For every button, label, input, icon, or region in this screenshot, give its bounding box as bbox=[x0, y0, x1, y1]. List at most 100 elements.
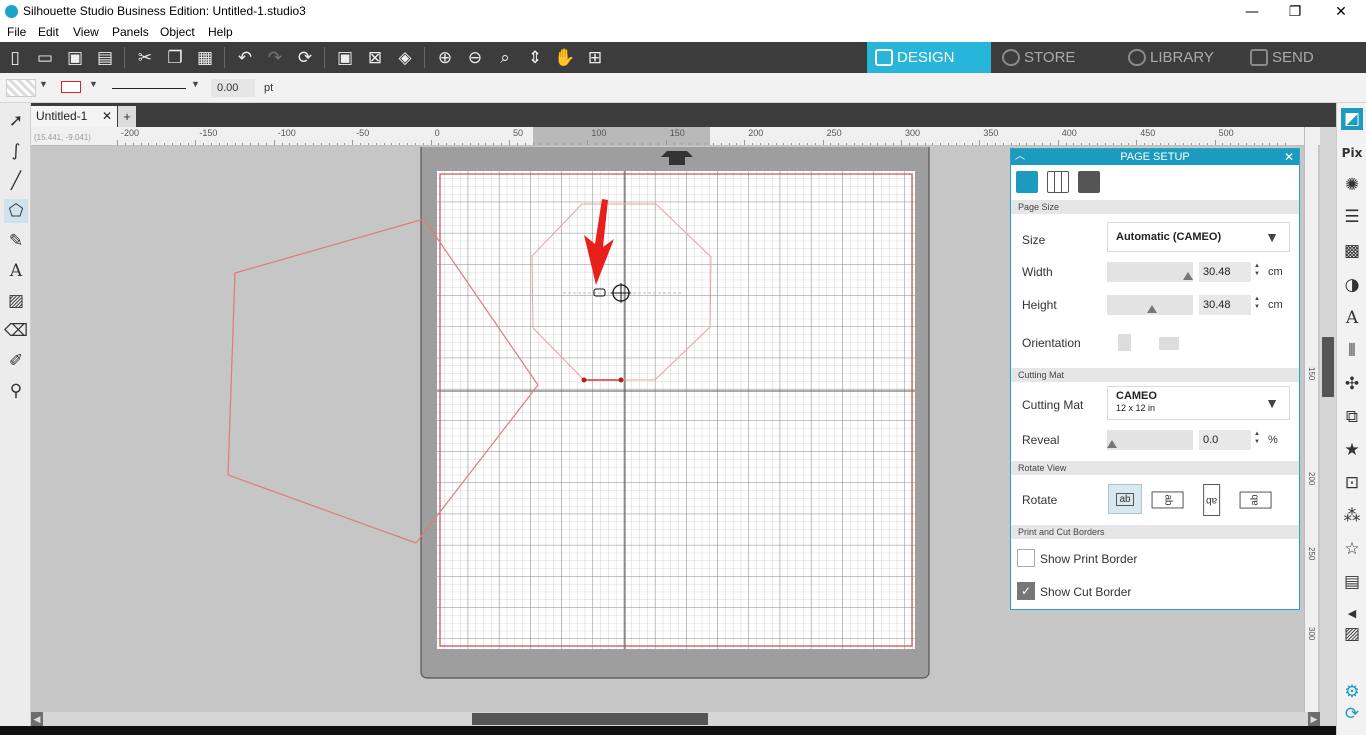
cut-icon[interactable]: ✂ bbox=[133, 46, 157, 70]
show-cut-border-checkbox[interactable]: ✓ bbox=[1017, 582, 1035, 600]
compound-path-icon[interactable]: ◈ bbox=[393, 46, 417, 70]
tab-send[interactable]: SEND bbox=[1242, 42, 1366, 73]
zoom-out-icon[interactable]: ⊖ bbox=[463, 46, 487, 70]
sync-icon[interactable]: ⟳ bbox=[1341, 703, 1363, 725]
line-color-dropdown-arrow-icon[interactable]: ▼ bbox=[89, 79, 98, 89]
eraser-tool-icon[interactable]: ⌫ bbox=[4, 319, 28, 343]
registration-marks-tab-icon[interactable] bbox=[1078, 171, 1100, 193]
document-tab[interactable]: Untitled-1 ✕ bbox=[31, 106, 117, 127]
close-window-button[interactable]: ✕ bbox=[1318, 2, 1364, 22]
vertical-scroll-thumb[interactable] bbox=[1322, 337, 1334, 397]
align-icon[interactable]: ⫴ bbox=[1341, 340, 1363, 362]
horizontal-scroll-thumb[interactable] bbox=[472, 713, 708, 725]
fill-dropdown-arrow-icon[interactable]: ▼ bbox=[39, 79, 48, 89]
hatch-pattern-icon[interactable]: ▨ bbox=[1341, 623, 1363, 645]
zoom-select-icon[interactable]: ⌕ bbox=[493, 46, 517, 70]
add-tab-button[interactable]: + bbox=[118, 106, 136, 127]
redo-icon[interactable]: ↷ bbox=[263, 46, 287, 70]
fit-to-page-icon[interactable]: ⊞ bbox=[583, 46, 607, 70]
line-color-swatch[interactable] bbox=[61, 81, 81, 93]
pan-drag-icon[interactable]: ⇕ bbox=[523, 46, 547, 70]
collapse-arrow-icon[interactable]: ◀ bbox=[1341, 603, 1363, 625]
anchor-point[interactable] bbox=[618, 377, 624, 383]
page-setup-panel-icon[interactable]: ◩ bbox=[1341, 108, 1363, 130]
settings-gear-icon[interactable]: ⚙ bbox=[1341, 681, 1363, 703]
reveal-stepper-icon[interactable]: ▲ ▼ bbox=[1254, 430, 1262, 446]
fill-swatch[interactable] bbox=[6, 79, 36, 97]
line-style-preview[interactable] bbox=[112, 88, 186, 89]
menu-panels[interactable]: Panels bbox=[112, 25, 149, 39]
open-folder-icon[interactable]: ▭ bbox=[33, 46, 57, 70]
show-print-border-checkbox[interactable] bbox=[1017, 549, 1035, 567]
height-input[interactable]: 30.48 bbox=[1199, 295, 1251, 315]
page-settings-tab-icon[interactable] bbox=[1016, 171, 1038, 193]
scroll-right-icon[interactable]: ▶ bbox=[1308, 712, 1320, 726]
layers-icon[interactable]: ▤ bbox=[1341, 571, 1363, 593]
knife-tool-icon[interactable]: ✐ bbox=[4, 349, 28, 373]
copy-icon[interactable]: ❐ bbox=[163, 46, 187, 70]
close-panel-icon[interactable]: ✕ bbox=[1284, 149, 1294, 165]
document-tab-close-icon[interactable]: ✕ bbox=[102, 109, 112, 123]
tab-library[interactable]: LIBRARY bbox=[1120, 42, 1244, 73]
horizontal-scrollbar[interactable]: ◀ ▶ bbox=[31, 712, 1320, 726]
rotate-0-button[interactable]: ab bbox=[1108, 484, 1142, 514]
refresh-icon[interactable]: ⟳ bbox=[293, 46, 317, 70]
line-style-dropdown-arrow-icon[interactable]: ▼ bbox=[191, 79, 200, 89]
portrait-orientation-icon[interactable] bbox=[1118, 334, 1131, 351]
trace-icon[interactable]: ⊡ bbox=[1341, 472, 1363, 494]
cutting-mat-dropdown[interactable]: CAMEO 12 x 12 in ▼ bbox=[1107, 386, 1290, 420]
height-stepper-icon[interactable]: ▲ ▼ bbox=[1254, 295, 1262, 311]
rotate-270-button[interactable]: ab bbox=[1239, 484, 1273, 514]
zoom-in-icon[interactable]: ⊕ bbox=[433, 46, 457, 70]
pixscan-icon[interactable]: Pix bbox=[1341, 142, 1363, 164]
minimize-button[interactable]: — bbox=[1229, 2, 1275, 22]
height-slider[interactable] bbox=[1107, 295, 1193, 315]
size-dropdown[interactable]: Automatic (CAMEO) ▼ bbox=[1107, 222, 1290, 252]
width-slider[interactable] bbox=[1107, 262, 1193, 282]
fill-tool-icon[interactable]: ▨ bbox=[4, 289, 28, 313]
polygon-tool-icon[interactable]: ⬠ bbox=[4, 199, 28, 223]
rotate-180-button[interactable]: ab bbox=[1195, 484, 1229, 516]
text-tool-icon[interactable]: A bbox=[4, 259, 28, 283]
menu-edit[interactable]: Edit bbox=[38, 25, 59, 39]
width-stepper-icon[interactable]: ▲ ▼ bbox=[1254, 262, 1262, 278]
text-style-icon[interactable]: A bbox=[1341, 307, 1363, 329]
transparency-icon[interactable]: ◑ bbox=[1341, 274, 1363, 296]
select-pointer-icon[interactable]: ➚ bbox=[4, 109, 28, 133]
menu-view[interactable]: View bbox=[73, 25, 99, 39]
line-tool-icon[interactable]: ╱ bbox=[4, 169, 28, 193]
print-icon[interactable]: ▤ bbox=[93, 46, 117, 70]
save-icon[interactable]: ▣ bbox=[63, 46, 87, 70]
anchor-point[interactable] bbox=[581, 377, 587, 383]
paste-icon[interactable]: ▦ bbox=[193, 46, 217, 70]
ungroup-icon[interactable]: ⊠ bbox=[363, 46, 387, 70]
reveal-input[interactable]: 0.0 bbox=[1199, 430, 1251, 450]
point-edit-icon[interactable]: ∫ bbox=[4, 139, 28, 163]
offset-star-icon[interactable]: ★ bbox=[1341, 439, 1363, 461]
tab-design[interactable]: DESIGN bbox=[867, 42, 991, 73]
rotate-90-button[interactable]: ab bbox=[1151, 484, 1185, 514]
landscape-orientation-icon[interactable] bbox=[1159, 337, 1179, 350]
reveal-slider[interactable] bbox=[1107, 430, 1193, 450]
grid-settings-tab-icon[interactable] bbox=[1047, 171, 1069, 193]
vertical-scrollbar[interactable] bbox=[1320, 127, 1336, 726]
maximize-button[interactable]: ❐ bbox=[1272, 2, 1318, 22]
pencil-tool-icon[interactable]: ✎ bbox=[4, 229, 28, 253]
new-file-icon[interactable]: ▯ bbox=[3, 46, 27, 70]
menu-help[interactable]: Help bbox=[208, 25, 233, 39]
scroll-left-icon[interactable]: ◀ bbox=[31, 712, 43, 726]
hand-pan-icon[interactable]: ✋ bbox=[553, 46, 577, 70]
eyedropper-tool-icon[interactable]: ⚲ bbox=[4, 379, 28, 403]
tab-store[interactable]: STORE bbox=[994, 42, 1118, 73]
replicate-icon[interactable]: ⧉ bbox=[1341, 406, 1363, 428]
library-star-icon[interactable]: ☆ bbox=[1341, 538, 1363, 560]
line-width-input[interactable]: 0.00 bbox=[211, 79, 255, 97]
transform-icon[interactable]: ✣ bbox=[1341, 373, 1363, 395]
color-palette-icon[interactable]: ✺ bbox=[1341, 174, 1363, 196]
fill-pattern-icon[interactable]: ▩ bbox=[1341, 240, 1363, 262]
line-style-icon[interactable]: ☰ bbox=[1341, 206, 1363, 228]
undo-icon[interactable]: ↶ bbox=[233, 46, 257, 70]
width-input[interactable]: 30.48 bbox=[1199, 262, 1251, 282]
menu-object[interactable]: Object bbox=[160, 25, 195, 39]
group-icon[interactable]: ▣ bbox=[333, 46, 357, 70]
